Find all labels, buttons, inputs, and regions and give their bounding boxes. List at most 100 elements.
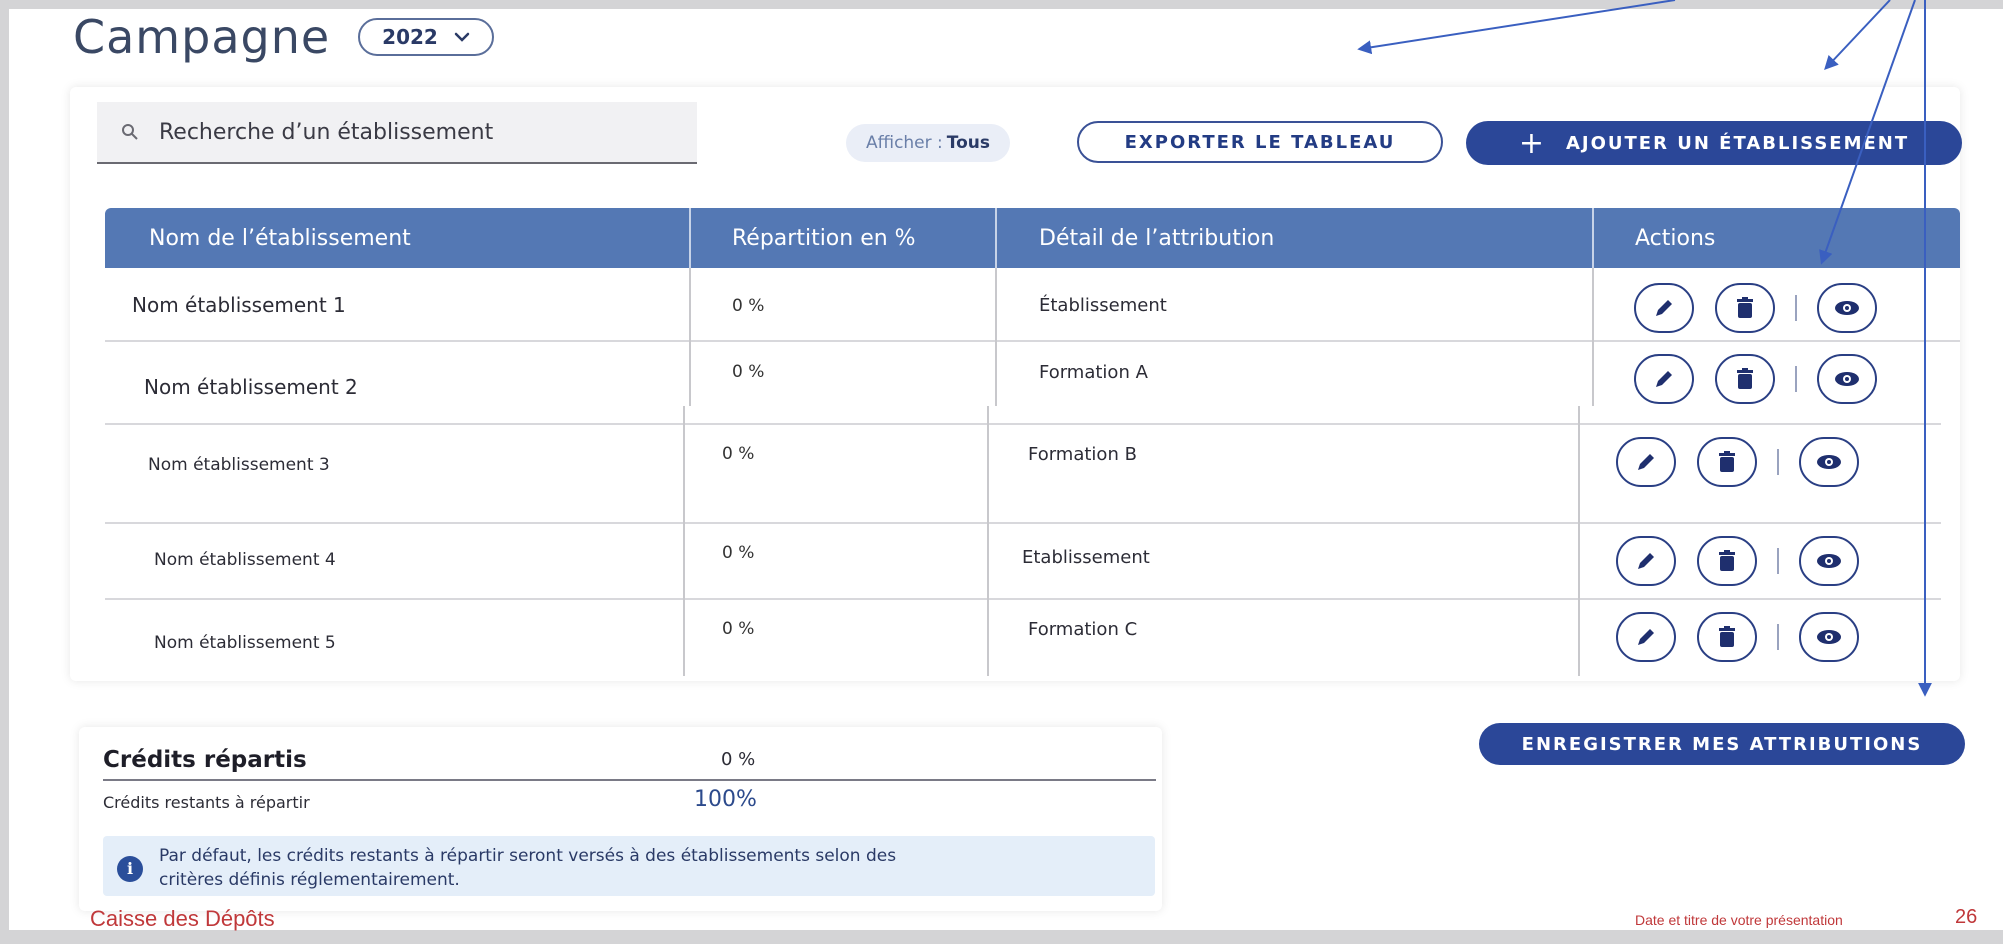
info-text-line1: Par défaut, les crédits restants à répar… [159,846,897,866]
add-establishment-button[interactable]: + AJOUTER UN ÉTABLISSEMENT [1466,121,1962,165]
edit-icon [1656,371,1672,387]
column-divider [683,406,685,676]
view-button[interactable] [1799,437,1859,487]
search-icon [122,124,138,140]
edit-button[interactable] [1634,283,1694,333]
credits-remaining-label: Crédits restants à répartir [103,793,310,812]
info-icon: i [117,856,143,882]
add-label: AJOUTER UN ÉTABLISSEMENT [1565,132,1910,154]
table-header: Nom de l’établissement Répartition en % … [105,208,1960,268]
column-divider [689,268,691,406]
action-separator [1795,295,1797,321]
column-divider [987,406,989,676]
row-actions [1634,283,1877,333]
info-text-line2: critères définis réglementairement. [159,870,460,890]
credits-title: Crédits répartis [103,747,307,773]
row-actions [1616,536,1859,586]
footer-page-number: 26 [1955,906,1978,928]
title-row: Campagne 2022 [73,10,494,64]
column-divider [995,268,997,406]
column-header-name: Nom de l’établissement [149,226,411,251]
percent-value: 0 % [722,543,755,563]
row-divider [105,598,1941,600]
filter-select[interactable]: Afficher : Tous [846,124,1011,162]
delete-icon [1719,626,1735,647]
row-divider [105,522,1941,524]
edit-icon [1656,300,1672,316]
view-button[interactable] [1817,354,1877,404]
credits-panel: Crédits répartis 0 % Crédits restants à … [79,727,1162,911]
view-icon [1817,455,1841,469]
row-actions [1616,612,1859,662]
credits-remaining-value: 100% [694,787,757,812]
column-separator [995,208,997,268]
plus-icon: + [1518,125,1544,161]
edit-button[interactable] [1634,354,1694,404]
delete-icon [1719,451,1735,472]
delete-icon [1737,297,1753,318]
search-placeholder: Recherche d’un établissement [159,119,494,145]
percent-value: 0 % [722,444,755,464]
view-button[interactable] [1799,612,1859,662]
view-icon [1835,301,1859,315]
view-icon [1817,630,1841,644]
export-button[interactable]: EXPORTER LE TABLEAU [1077,121,1443,163]
view-icon [1835,372,1859,386]
attribution-detail: Etablissement [1022,547,1150,568]
column-separator [1592,208,1594,268]
delete-button[interactable] [1697,437,1757,487]
delete-button[interactable] [1715,283,1775,333]
delete-button[interactable] [1715,354,1775,404]
save-attributions-button[interactable]: ENREGISTRER MES ATTRIBUTIONS [1479,723,1965,765]
attribution-detail: Formation A [1039,362,1148,383]
info-notice: i Par défaut, les crédits restants à rép… [103,836,1155,896]
delete-icon [1737,368,1753,389]
establishment-name: Nom établissement 5 [154,633,336,653]
column-separator [689,208,691,268]
footer-presentation-title: Date et titre de votre présentation [1635,912,1843,928]
view-button[interactable] [1799,536,1859,586]
column-divider [1578,406,1580,676]
search-input[interactable]: Recherche d’un établissement [97,102,697,164]
edit-button[interactable] [1616,536,1676,586]
credits-divider [103,779,1156,781]
column-header-actions: Actions [1635,226,1716,251]
row-divider [105,423,1941,425]
view-icon [1817,554,1841,568]
row-actions [1616,437,1859,487]
column-divider [1592,268,1594,406]
action-separator [1777,548,1779,574]
page-title: Campagne [73,10,331,64]
year-value: 2022 [382,25,438,49]
percent-value: 0 % [732,296,765,316]
export-label: EXPORTER LE TABLEAU [1124,131,1396,153]
credits-value: 0 % [721,749,756,770]
save-label: ENREGISTRER MES ATTRIBUTIONS [1521,733,1923,755]
year-select[interactable]: 2022 [358,18,494,56]
footer-brand: Caisse des Dépôts [90,906,275,931]
attribution-detail: Formation C [1028,619,1138,640]
edit-icon [1638,553,1654,569]
filter-value: Tous [946,133,991,153]
action-separator [1777,624,1779,650]
percent-value: 0 % [722,619,755,639]
delete-icon [1719,550,1735,571]
establishment-name: Nom établissement 4 [154,550,336,570]
view-button[interactable] [1817,283,1877,333]
column-header-detail: Détail de l’attribution [1039,226,1275,251]
edit-button[interactable] [1616,437,1676,487]
row-actions [1634,354,1877,404]
edit-icon [1638,629,1654,645]
establishment-name: Nom établissement 3 [148,455,330,475]
edit-button[interactable] [1616,612,1676,662]
row-divider [105,340,1960,342]
attribution-detail: Établissement [1039,295,1167,316]
action-separator [1777,449,1779,475]
delete-button[interactable] [1697,612,1757,662]
chevron-down-icon [454,32,470,42]
delete-button[interactable] [1697,536,1757,586]
filter-label: Afficher : [866,133,943,153]
edit-icon [1638,454,1654,470]
establishment-name: Nom établissement 2 [144,375,358,399]
action-separator [1795,366,1797,392]
